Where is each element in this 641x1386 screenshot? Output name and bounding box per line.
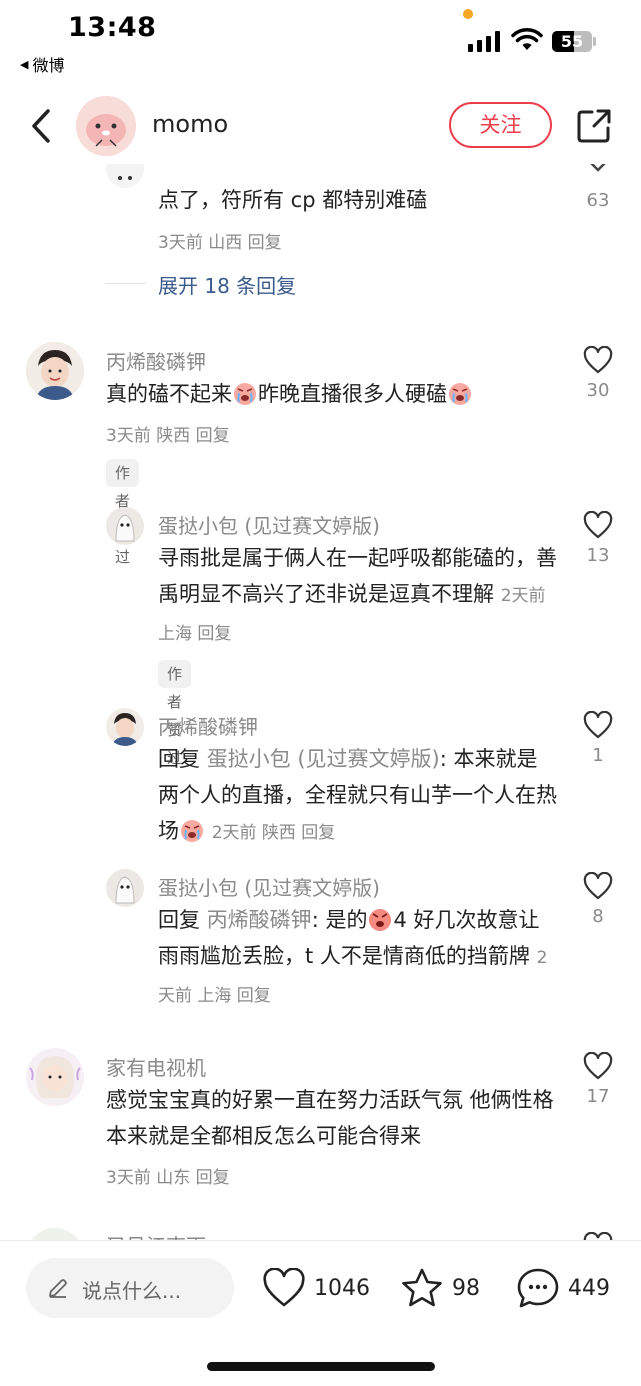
like-count: 13 [586, 545, 610, 566]
heart-icon [263, 1268, 305, 1307]
comment-meta[interactable]: 3天前 山西 回复 [158, 228, 282, 253]
commenter-username[interactable]: 家有电视机 [106, 1052, 206, 1081]
commenter-username[interactable]: 丙烯酸磷钾 [158, 711, 258, 740]
comment-input-placeholder: 说点什么... [82, 1279, 182, 1303]
star-icon [402, 1268, 442, 1307]
commenter-username[interactable]: 蛋挞小包 (见过赛文婷版) [158, 510, 380, 539]
like-button[interactable]: 17 [578, 1051, 618, 1107]
comment-meta[interactable]: 3天前 山东 回复 [106, 1163, 230, 1188]
commenter-avatar[interactable] [26, 1228, 84, 1240]
author-liked-badge: 作者赞过 [158, 660, 192, 767]
favorite-button[interactable]: 98 [400, 1263, 480, 1313]
reply-to-username[interactable]: 蛋挞小包 (见过赛文婷版) [207, 747, 440, 771]
reply-to-username[interactable]: 丙烯酸磷钾 [207, 908, 312, 932]
crying-emoji-icon [449, 383, 471, 405]
comment-meta[interactable]: 3天前 陕西 回复 [106, 421, 230, 446]
author-username[interactable]: momo [152, 110, 228, 138]
crying-emoji-icon [181, 820, 203, 842]
commenter-avatar[interactable] [106, 869, 144, 907]
heart-icon [583, 345, 613, 374]
like-button[interactable]: 8 [578, 871, 618, 927]
comment-text: 寻雨批是属于俩人在一起呼吸都能磕的，善禹明显不高兴了还非说是逗真不理解 2天前 … [158, 546, 557, 644]
back-arrow-icon[interactable] [24, 106, 58, 146]
heart-icon [583, 1051, 613, 1080]
commenter-avatar[interactable] [106, 507, 144, 545]
comment-input[interactable]: 说点什么... [26, 1258, 234, 1318]
pen-icon [49, 1279, 67, 1298]
commenter-username[interactable]: 蛋挞小包 (见过赛文婷版) [158, 872, 380, 901]
heart-icon [583, 710, 613, 739]
favorite-count: 98 [452, 1275, 480, 1301]
commenter-username[interactable]: 丙烯酸磷钾 [106, 346, 206, 375]
comment-text: 回复 蛋挞小包 (见过赛文婷版): 本来就是两个人的直播，全程就只有山芋一个人在… [158, 747, 557, 843]
author-avatar[interactable] [76, 96, 136, 156]
heart-icon [583, 871, 613, 900]
heart-icon [583, 510, 613, 539]
like-count: 1 [592, 745, 604, 766]
expand-divider [106, 283, 146, 284]
comment-button[interactable]: 449 [516, 1263, 610, 1313]
comment-text: 回复 丙烯酸磷钾: 是的 4 好几次故意让雨雨尴尬丢脸，t 人不是情商低的挡箭牌 … [158, 908, 548, 1006]
crying-emoji-icon [234, 383, 256, 405]
post-header: momo 关注 [0, 88, 641, 164]
like-button[interactable]: 1 [578, 710, 618, 766]
home-indicator[interactable] [207, 1362, 435, 1371]
share-icon[interactable] [574, 106, 614, 146]
comment-list: 点了，符所有 cp 都特别难磕 3天前 山西 回复 63 展开 18 条回复 丙… [0, 0, 641, 1240]
expand-replies-link[interactable]: 展开 18 条回复 [158, 270, 296, 299]
heart-icon[interactable] [583, 1232, 613, 1240]
like-count: 30 [586, 380, 610, 401]
comment-meta[interactable]: 2天前 陕西 回复 [212, 823, 336, 843]
comment-count: 449 [568, 1275, 610, 1301]
like-count: 8 [592, 906, 604, 927]
follow-button[interactable]: 关注 [449, 102, 552, 148]
commenter-avatar[interactable] [26, 342, 84, 400]
author-liked-badge: 作者赞过 [106, 459, 140, 566]
like-post-button[interactable]: 1046 [262, 1263, 370, 1313]
commenter-username[interactable]: 又见江南雨 [106, 1230, 206, 1240]
post-like-count: 1046 [314, 1275, 370, 1301]
angry-emoji-icon [369, 909, 392, 931]
like-button[interactable]: 30 [578, 345, 618, 401]
like-button[interactable]: 13 [578, 510, 618, 566]
commenter-avatar[interactable] [26, 1048, 84, 1106]
comment-text: 点了，符所有 cp 都特别难磕 [158, 188, 428, 212]
comment-bubble-icon [517, 1268, 559, 1308]
comment-text: 感觉宝宝真的好累一直在努力活跃气氛 他俩性格本来就是全都相反怎么可能合得来 [106, 1088, 554, 1148]
like-count: 17 [586, 1086, 610, 1107]
like-count[interactable]: 63 [578, 188, 618, 211]
comment-text: 真的磕不起来 昨晚直播很多人硬磕 [106, 376, 576, 412]
commenter-avatar[interactable] [106, 708, 144, 746]
